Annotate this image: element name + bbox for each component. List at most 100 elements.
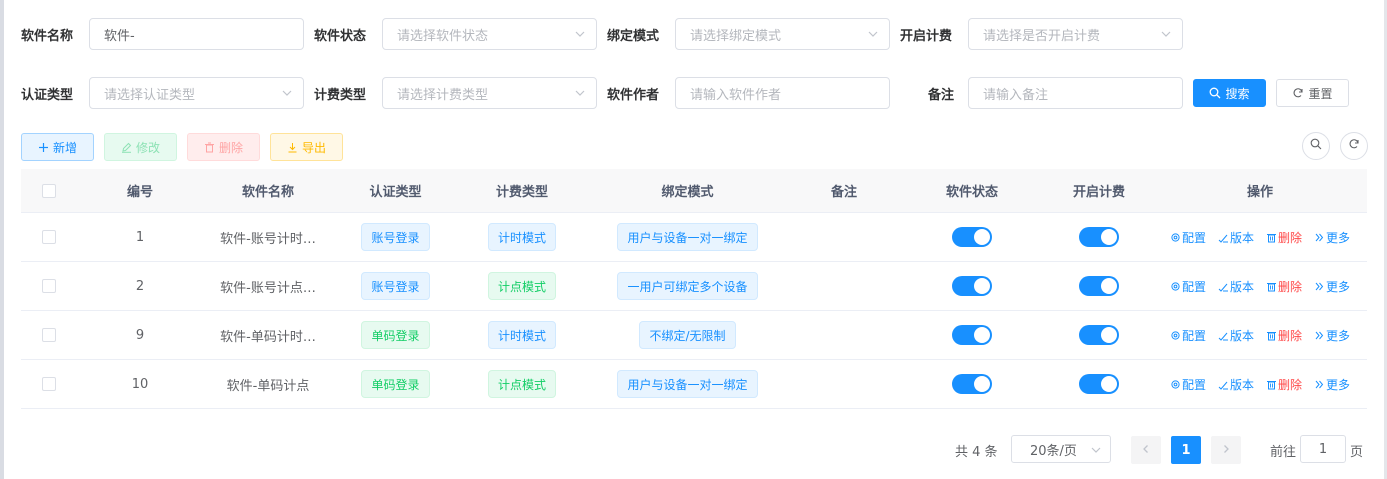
table-row[interactable]: 10 软件-单码计点 单码登录 计点模式 用户与设备一对一绑定 配置 版本 删除… — [21, 360, 1367, 409]
software-status-placeholder: 请选择软件状态 — [397, 28, 489, 44]
delete-link[interactable]: 删除 — [1266, 229, 1302, 246]
goto-page-input[interactable]: 1 — [1300, 435, 1346, 463]
bind-mode-placeholder: 请选择绑定模式 — [690, 28, 782, 44]
config-link[interactable]: 配置 — [1170, 376, 1206, 393]
bill-type-tag: 计时模式 — [487, 223, 556, 251]
version-link[interactable]: 版本 — [1218, 376, 1254, 393]
edit-button[interactable]: 修改 — [104, 133, 177, 161]
column-header-name[interactable]: 软件名称 — [203, 181, 333, 200]
config-link[interactable]: 配置 — [1170, 327, 1206, 344]
bill-type-select[interactable]: 请选择计费类型 — [382, 77, 597, 109]
table-row[interactable]: 9 软件-单码计时… 单码登录 计时模式 不绑定/无限制 配置 版本 删除 更多 — [21, 311, 1367, 360]
download-icon — [287, 142, 298, 153]
auth-type-tag: 单码登录 — [361, 370, 430, 398]
reset-button[interactable]: 重置 — [1276, 79, 1349, 107]
config-link[interactable]: 配置 — [1170, 229, 1206, 246]
search-button-label: 搜索 — [1225, 86, 1250, 101]
chevron-left-icon — [1141, 443, 1151, 458]
chevron-down-icon — [867, 28, 879, 40]
export-button[interactable]: 导出 — [270, 133, 343, 161]
table-row[interactable]: 1 软件-账号计时… 账号登录 计时模式 用户与设备一对一绑定 配置 版本 删除… — [21, 213, 1367, 262]
page-size-select[interactable]: 20条/页 — [1011, 435, 1111, 463]
prev-page-button[interactable] — [1131, 436, 1161, 464]
search-button[interactable]: 搜索 — [1193, 79, 1266, 107]
column-header-auth-type[interactable]: 认证类型 — [333, 181, 458, 200]
next-page-button[interactable] — [1211, 436, 1241, 464]
row-software-name: 软件-账号计点… — [220, 280, 316, 296]
trash-icon — [1266, 330, 1277, 341]
fee-switch[interactable] — [1079, 325, 1119, 345]
row-checkbox-cell — [21, 279, 77, 293]
bill-type-tag: 计点模式 — [487, 370, 556, 398]
version-link[interactable]: 版本 — [1218, 327, 1254, 344]
more-link[interactable]: 更多 — [1314, 376, 1350, 393]
page-number-current[interactable]: 1 — [1171, 436, 1201, 464]
software-name-input[interactable]: 软件- — [89, 18, 304, 50]
enable-fee-select[interactable]: 请选择是否开启计费 — [968, 18, 1183, 50]
header-checkbox-cell — [21, 183, 77, 198]
more-link[interactable]: 更多 — [1314, 327, 1350, 344]
auth-type-select[interactable]: 请选择认证类型 — [89, 77, 304, 109]
plus-icon — [38, 142, 49, 153]
cell-actions: 配置 版本 删除 更多 — [1153, 376, 1367, 393]
refresh-button[interactable] — [1340, 132, 1368, 160]
config-link[interactable]: 配置 — [1170, 278, 1206, 295]
delete-link[interactable]: 删除 — [1266, 376, 1302, 393]
note-input[interactable]: 请输入备注 — [968, 77, 1183, 109]
chevron-right-icon — [1221, 443, 1231, 458]
fee-switch[interactable] — [1079, 227, 1119, 247]
row-checkbox[interactable] — [42, 279, 56, 293]
version-link[interactable]: 版本 — [1218, 229, 1254, 246]
trash-icon — [1266, 379, 1277, 390]
more-link[interactable]: 更多 — [1314, 229, 1350, 246]
filter-label-author: 软件作者 — [607, 88, 660, 103]
table-row[interactable]: 2 软件-账号计点… 账号登录 计点模式 一用户可绑定多个设备 配置 版本 删除… — [21, 262, 1367, 311]
status-switch[interactable] — [952, 374, 992, 394]
cell-id: 2 — [77, 279, 203, 294]
config-link-label: 配置 — [1181, 377, 1206, 392]
delete-link[interactable]: 删除 — [1266, 278, 1302, 295]
filter-label-software-status: 软件状态 — [314, 29, 367, 44]
add-button[interactable]: 新增 — [21, 133, 94, 161]
status-switch[interactable] — [952, 227, 992, 247]
cell-name: 软件-单码计点 — [203, 375, 333, 394]
cell-bill-type: 计时模式 — [458, 223, 586, 251]
bill-type-tag: 计点模式 — [487, 272, 556, 300]
column-header-note[interactable]: 备注 — [789, 181, 899, 200]
toggle-search-button[interactable] — [1302, 132, 1330, 160]
column-header-enable-fee[interactable]: 开启计费 — [1045, 181, 1153, 200]
double-chevron-right-icon — [1314, 330, 1325, 341]
edit-button-label: 修改 — [135, 140, 160, 155]
search-icon — [1209, 87, 1221, 99]
delete-link-label: 删除 — [1278, 377, 1303, 392]
column-header-bill-type[interactable]: 计费类型 — [458, 181, 586, 200]
delete-link[interactable]: 删除 — [1266, 327, 1302, 344]
bind-mode-tag: 用户与设备一对一绑定 — [617, 370, 758, 398]
more-link-label: 更多 — [1326, 279, 1351, 294]
column-header-status[interactable]: 软件状态 — [899, 181, 1045, 200]
more-link-label: 更多 — [1326, 328, 1351, 343]
delete-button[interactable]: 删除 — [187, 133, 260, 161]
status-switch[interactable] — [952, 276, 992, 296]
edit-icon — [1218, 281, 1229, 292]
software-status-select[interactable]: 请选择软件状态 — [382, 18, 597, 50]
column-header-id[interactable]: 编号 — [77, 181, 203, 200]
select-all-checkbox[interactable] — [42, 183, 56, 198]
row-checkbox[interactable] — [42, 230, 56, 244]
cell-status — [899, 374, 1045, 394]
row-checkbox[interactable] — [42, 377, 56, 391]
fee-switch[interactable] — [1079, 374, 1119, 394]
delete-link-label: 删除 — [1278, 279, 1303, 294]
more-link[interactable]: 更多 — [1314, 278, 1350, 295]
cell-bind-mode: 用户与设备一对一绑定 — [586, 223, 789, 251]
add-button-label: 新增 — [52, 140, 77, 155]
row-checkbox[interactable] — [42, 328, 56, 342]
cell-enable-fee — [1045, 374, 1153, 394]
author-input[interactable]: 请输入软件作者 — [675, 77, 890, 109]
fee-switch[interactable] — [1079, 276, 1119, 296]
status-switch[interactable] — [952, 325, 992, 345]
version-link[interactable]: 版本 — [1218, 278, 1254, 295]
bind-mode-select[interactable]: 请选择绑定模式 — [675, 18, 890, 50]
cell-name: 软件-账号计点… — [203, 277, 333, 296]
column-header-bind-mode[interactable]: 绑定模式 — [586, 181, 789, 200]
